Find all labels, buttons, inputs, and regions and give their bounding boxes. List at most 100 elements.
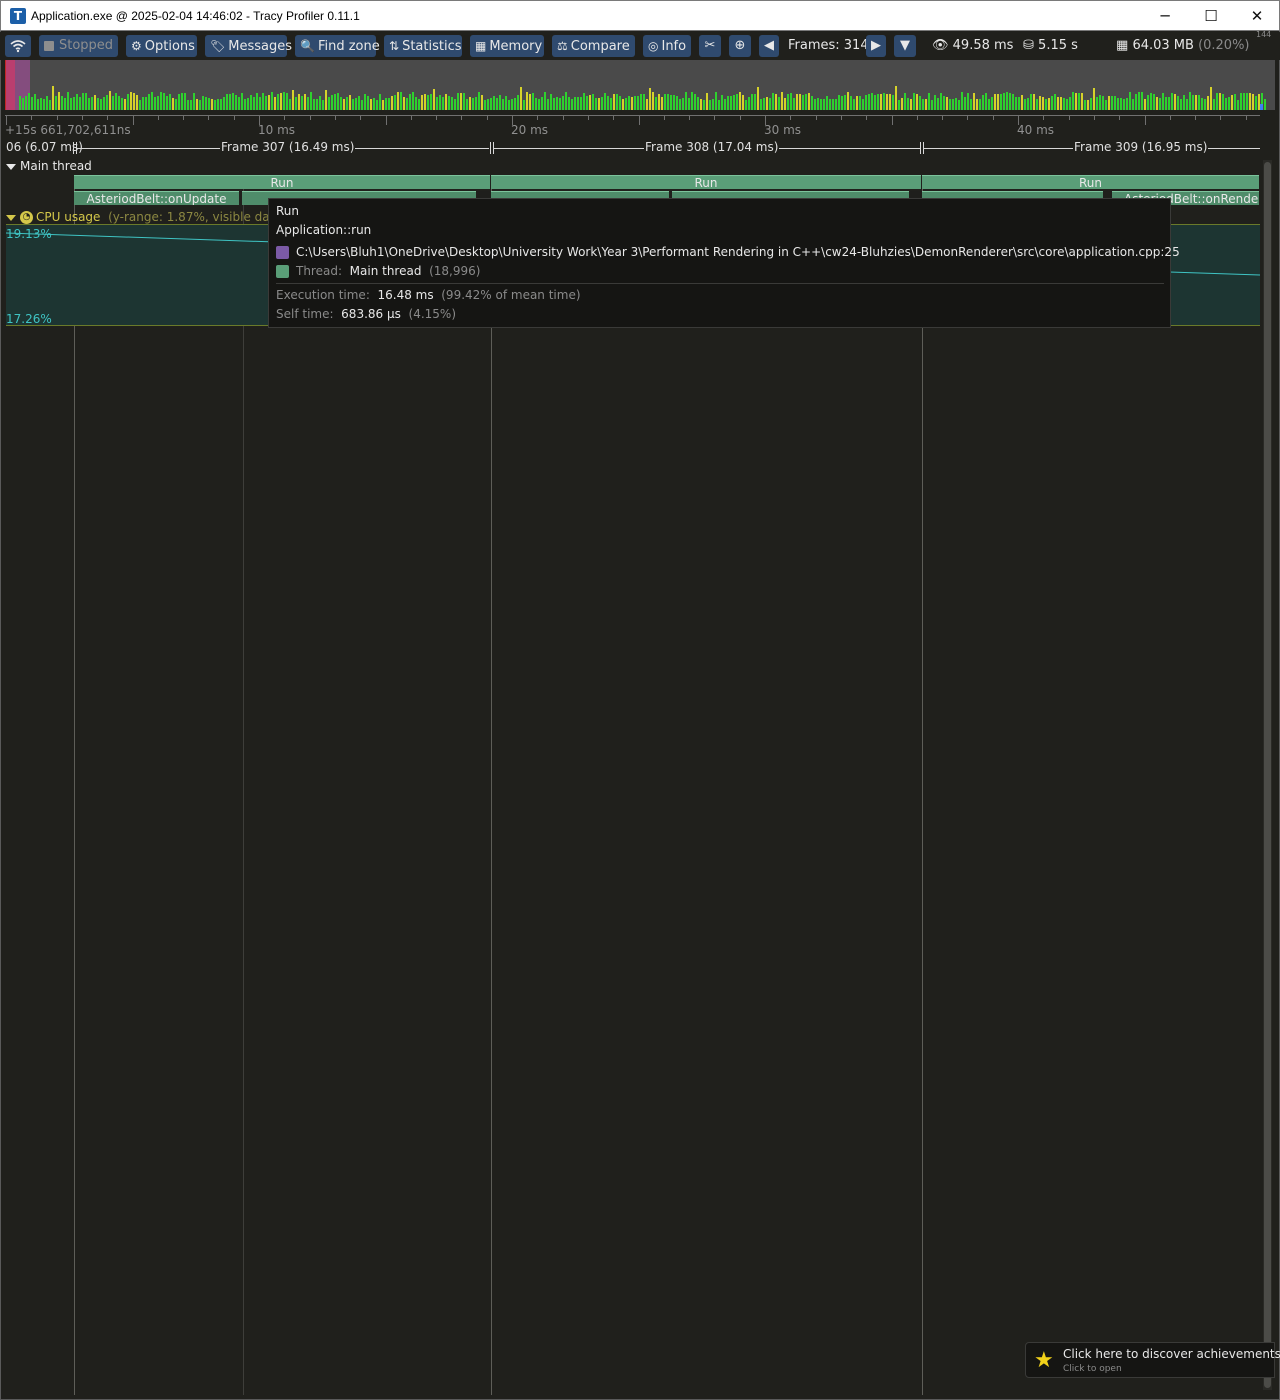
frame-bar[interactable] bbox=[130, 92, 132, 110]
frame-bar[interactable] bbox=[142, 97, 144, 110]
frame-bar[interactable] bbox=[313, 99, 315, 110]
frame-bar[interactable] bbox=[1210, 87, 1212, 110]
cpu-usage-header[interactable]: ◔ CPU usage (y-range: 1.87%, visible data bbox=[6, 210, 282, 224]
frame-bar[interactable] bbox=[1114, 96, 1116, 110]
frame-bar[interactable] bbox=[784, 98, 786, 110]
frame-bar[interactable] bbox=[214, 100, 216, 110]
frame-bar[interactable] bbox=[1078, 93, 1080, 110]
frame-bar[interactable] bbox=[661, 97, 663, 110]
frame-bar[interactable] bbox=[1126, 98, 1128, 110]
frame-bar[interactable] bbox=[862, 99, 864, 110]
frame-bar[interactable] bbox=[1012, 94, 1014, 110]
frame-bar[interactable] bbox=[1156, 97, 1158, 110]
frame-bar[interactable] bbox=[1234, 94, 1236, 110]
frame-bar[interactable] bbox=[733, 95, 735, 110]
frame-bar[interactable] bbox=[604, 93, 606, 110]
frame-bar[interactable] bbox=[955, 98, 957, 110]
frame-bar[interactable] bbox=[934, 95, 936, 110]
frame-bar[interactable] bbox=[439, 95, 441, 110]
frame-bar[interactable] bbox=[1162, 93, 1164, 110]
connection-button[interactable] bbox=[5, 35, 31, 57]
frame-bar[interactable] bbox=[649, 88, 651, 110]
frame-bar[interactable] bbox=[124, 99, 126, 110]
frame-bar[interactable] bbox=[928, 93, 930, 110]
frame-bar[interactable] bbox=[223, 97, 225, 110]
frame-bar[interactable] bbox=[904, 93, 906, 110]
frame-bar[interactable] bbox=[430, 94, 432, 110]
frame-bar[interactable] bbox=[643, 94, 645, 110]
frame-bar[interactable] bbox=[292, 90, 294, 110]
frame-bar[interactable] bbox=[532, 93, 534, 110]
frame-bar[interactable] bbox=[1048, 98, 1050, 110]
frame-bar[interactable] bbox=[1168, 97, 1170, 110]
frame-bar[interactable] bbox=[181, 93, 183, 110]
main-thread-header[interactable]: Main thread bbox=[6, 159, 92, 173]
frame-bar[interactable] bbox=[550, 94, 552, 110]
frame-bar[interactable] bbox=[244, 99, 246, 110]
frame-bar[interactable] bbox=[658, 94, 660, 110]
tools-button[interactable]: ✂ bbox=[699, 35, 721, 57]
frame-bar[interactable] bbox=[850, 96, 852, 110]
frame-bar[interactable] bbox=[358, 96, 360, 110]
frame-bar[interactable] bbox=[346, 97, 348, 110]
frame-bar[interactable] bbox=[391, 96, 393, 110]
frame-bar[interactable] bbox=[157, 96, 159, 110]
frame-bar[interactable] bbox=[385, 98, 387, 110]
frame-bar[interactable] bbox=[316, 99, 318, 110]
frame-bar[interactable] bbox=[1252, 94, 1254, 110]
frame-bar[interactable] bbox=[1159, 98, 1161, 110]
frame-bar[interactable] bbox=[472, 98, 474, 110]
frame-bar[interactable] bbox=[1132, 99, 1134, 110]
frame-bar[interactable] bbox=[493, 96, 495, 110]
frame-bar[interactable] bbox=[1069, 97, 1071, 110]
frame-bar[interactable] bbox=[529, 94, 531, 110]
frame-bar[interactable] bbox=[958, 100, 960, 110]
frame-bar[interactable] bbox=[334, 94, 336, 110]
frame-bar[interactable] bbox=[922, 99, 924, 110]
frame-bar[interactable] bbox=[769, 98, 771, 110]
frame-bar[interactable] bbox=[913, 93, 915, 110]
frame-bar[interactable] bbox=[1138, 92, 1140, 110]
frame-bar[interactable] bbox=[931, 100, 933, 110]
frame-bar[interactable] bbox=[571, 99, 573, 110]
frame-bar[interactable] bbox=[1237, 100, 1239, 110]
frame-bar[interactable] bbox=[325, 90, 327, 110]
frame-bar[interactable] bbox=[1144, 99, 1146, 110]
frame-bar[interactable] bbox=[1099, 95, 1101, 110]
frame-bar[interactable] bbox=[526, 92, 528, 110]
maximize-button[interactable]: ☐ bbox=[1188, 1, 1234, 31]
frame-bar[interactable] bbox=[511, 99, 513, 110]
frame-bar[interactable] bbox=[718, 100, 720, 110]
frame-bar[interactable] bbox=[466, 99, 468, 110]
frame-bar[interactable] bbox=[1129, 92, 1131, 110]
frame-bar[interactable] bbox=[796, 94, 798, 110]
frame-bar[interactable] bbox=[478, 92, 480, 110]
frame-bar[interactable] bbox=[565, 92, 567, 110]
frame-bar[interactable] bbox=[133, 93, 135, 110]
frame-bar[interactable] bbox=[742, 95, 744, 110]
frame-bar[interactable] bbox=[790, 93, 792, 110]
frame-bar[interactable] bbox=[256, 93, 258, 110]
stopped-button[interactable]: Stopped bbox=[39, 35, 118, 57]
frame-bar[interactable] bbox=[547, 99, 549, 110]
frame-bar[interactable] bbox=[646, 99, 648, 110]
frame-bar[interactable] bbox=[115, 93, 117, 110]
frame-bar[interactable] bbox=[991, 97, 993, 110]
frame-bar[interactable] bbox=[538, 99, 540, 110]
frame-bar[interactable] bbox=[715, 92, 717, 110]
frame-bar[interactable] bbox=[667, 94, 669, 110]
frame-bar[interactable] bbox=[805, 94, 807, 110]
frame-bar[interactable] bbox=[22, 98, 24, 110]
zone-run[interactable]: Run bbox=[491, 175, 921, 189]
frame-bar[interactable] bbox=[43, 99, 45, 110]
frame-bar[interactable] bbox=[166, 96, 168, 110]
close-button[interactable]: ✕ bbox=[1234, 1, 1280, 31]
compare-button[interactable]: ⚖ Compare bbox=[552, 35, 635, 57]
frame-bar[interactable] bbox=[1003, 93, 1005, 110]
frame-bar[interactable] bbox=[484, 100, 486, 110]
frame-bar[interactable] bbox=[823, 99, 825, 110]
frame-bar[interactable] bbox=[76, 94, 78, 110]
frame-bar[interactable] bbox=[883, 93, 885, 110]
frame-bar[interactable] bbox=[952, 99, 954, 110]
frame-bar[interactable] bbox=[751, 94, 753, 110]
